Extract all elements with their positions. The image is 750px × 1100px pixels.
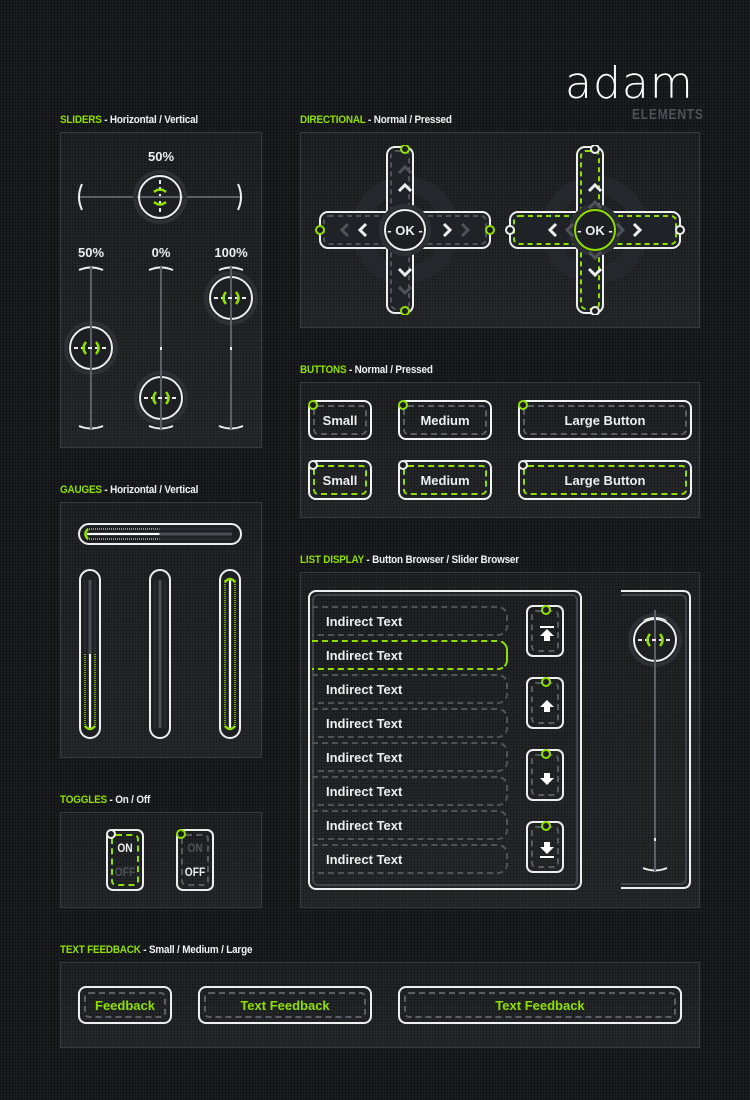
list-item[interactable]: Indirect Text: [312, 742, 508, 772]
dpad-normal[interactable]: - OK -: [315, 145, 495, 315]
toggle-off[interactable]: ON OFF: [176, 829, 214, 891]
small-button-normal[interactable]: Small: [308, 400, 372, 440]
toggle-on-label: ON: [117, 841, 133, 855]
indicator-dot: [541, 821, 551, 831]
toggles-section-title: TOGGLES - On / Off: [60, 794, 151, 806]
list-item[interactable]: Indirect Text: [312, 640, 508, 670]
scroll-up-icon: [540, 700, 554, 712]
list-display-section-title: LIST DISPLAY - Button Browser / Slider B…: [300, 554, 519, 566]
list-item[interactable]: Indirect Text: [312, 708, 508, 738]
large-button-normal[interactable]: Large Button: [518, 400, 692, 440]
indicator-dot: [541, 749, 551, 759]
toggle-on[interactable]: ON OFF: [106, 829, 144, 891]
dpad-pressed[interactable]: - OK -: [505, 145, 685, 315]
slider-browser[interactable]: [615, 588, 695, 892]
small-button-pressed[interactable]: Small: [308, 460, 372, 500]
logo-subtitle: ELEMENTS: [632, 106, 704, 123]
list-item[interactable]: Indirect Text: [312, 844, 508, 874]
toggles-panel: [60, 812, 262, 908]
directional-section-title: DIRECTIONAL - Normal / Pressed: [300, 114, 452, 126]
toggle-indicator-dot: [106, 829, 116, 839]
logo-wordmark: adam: [565, 58, 694, 109]
indicator-dot: [541, 677, 551, 687]
scroll-up-button[interactable]: [526, 677, 564, 729]
scroll-to-bottom-icon: [540, 842, 554, 858]
svg-text:- OK -: - OK -: [577, 223, 612, 238]
feedback-small: Feedback: [78, 986, 172, 1024]
slider-browser-thumb: [628, 610, 682, 670]
svg-text:- OK -: - OK -: [387, 223, 422, 238]
scroll-to-bottom-button[interactable]: [526, 821, 564, 873]
list-item[interactable]: Indirect Text: [312, 776, 508, 806]
list-item[interactable]: Indirect Text: [312, 606, 508, 636]
toggle-indicator-dot: [176, 829, 186, 839]
text-feedback-section-title: TEXT FEEDBACK - Small / Medium / Large: [60, 944, 253, 956]
slider-thumb: [628, 610, 682, 670]
scroll-to-top-icon: [540, 626, 554, 641]
list-item[interactable]: Indirect Text: [312, 674, 508, 704]
toggle-off-label: OFF: [114, 865, 136, 879]
scroll-to-top-button[interactable]: [526, 605, 564, 657]
feedback-medium: Text Feedback: [198, 986, 372, 1024]
toggle-off-label: OFF: [184, 865, 206, 879]
large-button-pressed[interactable]: Large Button: [518, 460, 692, 500]
toggle-on-label: ON: [187, 841, 203, 855]
medium-button-normal[interactable]: Medium: [398, 400, 492, 440]
feedback-large: Text Feedback: [398, 986, 682, 1024]
indicator-dot: [541, 605, 551, 615]
list-item[interactable]: Indirect Text: [312, 810, 508, 840]
scroll-down-icon: [540, 773, 554, 785]
vertical-gauge: [219, 569, 241, 739]
medium-button-pressed[interactable]: Medium: [398, 460, 492, 500]
buttons-section-title: BUTTONS - Normal / Pressed: [300, 364, 433, 376]
scroll-down-button[interactable]: [526, 749, 564, 801]
